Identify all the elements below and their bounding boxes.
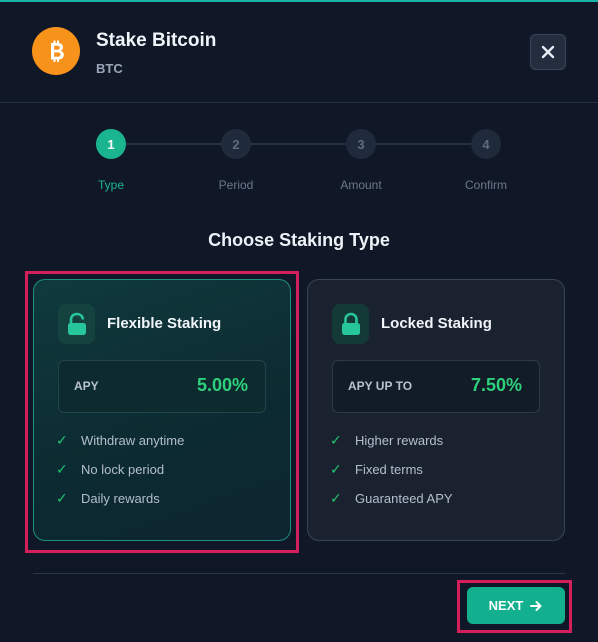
feature-text: No lock period [81, 462, 165, 477]
feature-text: Guaranteed APY [355, 491, 453, 506]
step-3-indicator: 3 [346, 129, 376, 159]
option-title: Flexible Staking [107, 315, 222, 332]
check-icon: ✓ [330, 461, 342, 477]
check-icon: ✓ [56, 461, 68, 477]
locked-staking-option[interactable]: Locked Staking APY UP TO 7.50% ✓ Higher … [307, 279, 565, 541]
step-1-label: Type [97, 178, 124, 192]
option-title: Locked Staking [381, 315, 492, 332]
apy-label: APY UP TO [348, 379, 413, 393]
step-4-indicator: 4 [471, 129, 501, 159]
step-1-indicator: 1 [96, 129, 126, 159]
check-icon: ✓ [330, 432, 342, 448]
feature-text: Withdraw anytime [81, 433, 185, 448]
step-connector [126, 143, 221, 145]
close-button[interactable] [530, 34, 566, 70]
apy-value: 5.00% [196, 375, 248, 395]
next-button[interactable]: NEXT [467, 587, 565, 624]
flexible-staking-option[interactable]: Flexible Staking APY 5.00% ✓ Withdraw an… [33, 279, 291, 541]
section-title: Choose Staking Type [208, 230, 390, 250]
check-icon: ✓ [330, 490, 342, 506]
apy-box: APY 5.00% [58, 360, 266, 413]
step-connector [251, 143, 346, 145]
feature-text: Daily rewards [81, 491, 160, 506]
check-icon: ✓ [56, 432, 68, 448]
apy-box: APY UP TO 7.50% [332, 360, 540, 413]
arrow-right-icon [530, 600, 542, 611]
next-label: NEXT [488, 598, 524, 613]
apy-label: APY [74, 379, 99, 393]
step-2-label: Period [218, 178, 254, 192]
asset-ticker: BTC [96, 61, 123, 76]
step-4-label: Confirm [464, 178, 507, 192]
modal-header: Stake Bitcoin BTC [0, 2, 598, 103]
footer-divider [33, 573, 565, 574]
step-connector [376, 143, 471, 145]
lock-icon [332, 304, 369, 344]
close-icon [541, 45, 555, 59]
apy-value: 7.50% [470, 375, 522, 395]
feature-text: Fixed terms [355, 462, 423, 477]
step-2-indicator: 2 [221, 129, 251, 159]
stake-modal: Stake Bitcoin BTC 1 2 3 4 Type Period Am… [0, 0, 598, 642]
unlocked-icon [58, 304, 95, 344]
step-3-label: Amount [340, 178, 382, 192]
feature-text: Higher rewards [355, 433, 444, 448]
modal-title: Stake Bitcoin [96, 30, 217, 51]
check-icon: ✓ [56, 490, 68, 506]
bitcoin-icon [32, 27, 80, 75]
